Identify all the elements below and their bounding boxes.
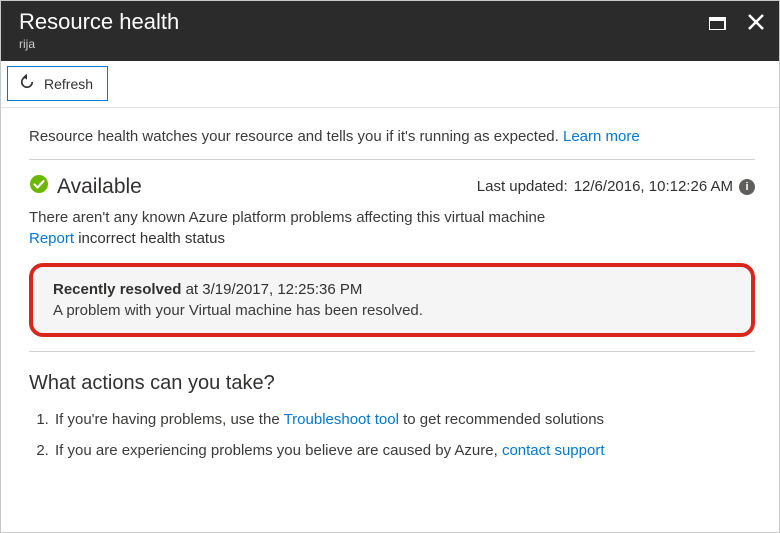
close-icon[interactable] [747,13,765,31]
intro-body: Resource health watches your resource an… [29,128,563,145]
refresh-label: Refresh [44,76,93,92]
intro-text: Resource health watches your resource an… [29,122,755,159]
status-row: Available Last updated: 12/6/2016, 10:12… [29,160,755,205]
status-ok-icon [29,174,49,199]
titlebar-text: Resource health rija [19,9,179,51]
action-pre: If you are experiencing problems you bel… [55,442,502,459]
last-updated-label: Last updated: [477,178,568,195]
resolved-message: A problem with your Virtual machine has … [53,302,731,319]
info-icon[interactable]: i [739,179,755,195]
report-link[interactable]: Report [29,230,74,247]
resolved-at: at 3/19/2017, 12:25:36 PM [181,281,362,298]
learn-more-link[interactable]: Learn more [563,128,640,145]
troubleshoot-tool-link[interactable]: Troubleshoot tool [284,411,399,428]
refresh-button[interactable]: Refresh [7,66,108,101]
last-updated: Last updated: 12/6/2016, 10:12:26 AM i [477,178,755,195]
action-pre: If you're having problems, use the [55,411,284,428]
actions-heading: What actions can you take? [29,352,755,407]
refresh-icon [18,73,36,94]
recently-resolved-box: Recently resolved at 3/19/2017, 12:25:36… [29,263,755,337]
actions-list: If you're having problems, use the Troub… [29,407,755,469]
resource-health-blade: Resource health rija Refresh Resource he… [0,0,780,533]
titlebar-controls [709,9,765,31]
content: Resource health watches your resource an… [1,108,779,532]
resolved-line1: Recently resolved at 3/19/2017, 12:25:36… [53,281,731,298]
report-rest: incorrect health status [74,230,225,247]
resolved-label: Recently resolved [53,281,181,298]
action-item: If you are experiencing problems you bel… [53,438,755,469]
resource-name: rija [19,37,179,51]
action-item: If you're having problems, use the Troub… [53,407,755,438]
contact-support-link[interactable]: contact support [502,442,605,459]
titlebar: Resource health rija [1,1,779,61]
report-line: Report incorrect health status [29,228,755,259]
action-post: to get recommended solutions [399,411,604,428]
restore-icon[interactable] [709,14,729,30]
last-updated-value: 12/6/2016, 10:12:26 AM [574,178,733,195]
status-left: Available [29,174,142,199]
toolbar: Refresh [1,61,779,108]
status-state: Available [57,175,142,199]
status-message: There aren't any known Azure platform pr… [29,205,755,228]
blade-title: Resource health [19,9,179,35]
